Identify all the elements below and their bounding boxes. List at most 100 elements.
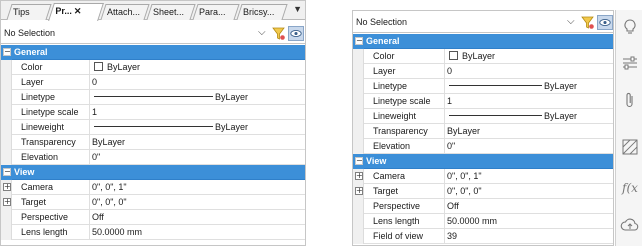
property-name: Linetype scale <box>21 107 79 117</box>
property-value-cell[interactable]: 1 <box>89 105 305 120</box>
expand-icon[interactable]: + <box>355 172 363 180</box>
property-value: 50.0000 mm <box>92 227 143 237</box>
property-value: ByLayer <box>447 126 481 136</box>
chevron-down-icon[interactable]: ⌵ <box>258 27 266 38</box>
property-name: Linetype <box>373 81 408 91</box>
property-value: Off <box>92 212 104 222</box>
collapse-icon[interactable]: − <box>3 168 11 176</box>
property-value-cell[interactable]: ByLayer <box>89 60 305 75</box>
tab-tips[interactable]: Tips <box>6 4 52 20</box>
collapse-icon[interactable]: − <box>355 37 363 45</box>
property-name: Camera <box>21 182 54 192</box>
property-row[interactable]: Layer 0 <box>353 64 613 79</box>
selection-dropdown[interactable]: No Selection ⌵ <box>353 13 613 33</box>
property-row[interactable]: Transparency ByLayer <box>353 124 613 139</box>
tab-label: Pr... <box>55 6 72 16</box>
expand-icon[interactable]: + <box>3 198 11 206</box>
property-row[interactable]: Transparency ByLayer <box>1 135 305 150</box>
property-row[interactable]: Linetype scale 1 <box>1 105 305 120</box>
tab-label: Bricsy... <box>243 7 275 17</box>
function-icon[interactable]: f(x <box>620 178 640 196</box>
tab-para[interactable]: Para... <box>192 4 240 20</box>
hatch-icon[interactable] <box>620 138 640 156</box>
property-value-cell[interactable]: 0 <box>89 75 305 90</box>
tab-attach[interactable]: Attach... <box>100 4 150 20</box>
sliders-icon[interactable] <box>620 54 640 72</box>
expand-icon[interactable]: + <box>3 183 11 191</box>
close-icon[interactable]: ✕ <box>74 6 82 16</box>
property-row[interactable]: Lineweight ByLayer <box>1 120 305 135</box>
row-gutter <box>1 120 12 135</box>
property-row[interactable]: Layer 0 <box>1 75 305 90</box>
property-row[interactable]: Field of view 39 <box>353 229 613 244</box>
property-row[interactable]: Perspective Off <box>353 199 613 214</box>
selection-value: No Selection <box>4 28 56 38</box>
collapse-icon[interactable]: − <box>355 157 363 165</box>
property-row[interactable]: + Target 0", 0", 0" <box>353 184 613 199</box>
property-name: Color <box>373 51 395 61</box>
property-value-cell[interactable]: 0" <box>89 150 305 165</box>
property-value: 0", 0", 1" <box>92 182 127 192</box>
paperclip-icon[interactable] <box>620 92 640 110</box>
section-header-general[interactable]: − General <box>1 45 305 60</box>
tab-properties[interactable]: Pr... ✕ <box>48 3 104 21</box>
lightbulb-icon[interactable] <box>620 18 640 36</box>
property-value: 50.0000 mm <box>447 216 498 226</box>
property-name: Elevation <box>21 152 59 162</box>
tab-bricsys[interactable]: Bricsy... <box>236 4 288 20</box>
property-value-cell[interactable]: 50.0000 mm <box>89 225 305 240</box>
property-row[interactable]: Lens length 50.0000 mm <box>353 214 613 229</box>
tab-sheet[interactable]: Sheet... <box>146 4 196 20</box>
property-row[interactable]: Linetype ByLayer <box>353 79 613 94</box>
property-value-cell[interactable]: 1 <box>444 94 613 109</box>
property-row[interactable]: + Camera 0", 0", 1" <box>1 180 305 195</box>
section-header-general[interactable]: − General <box>353 34 613 49</box>
property-row[interactable]: Elevation 0" <box>1 150 305 165</box>
property-value-cell[interactable]: 0", 0", 0" <box>444 184 613 199</box>
property-row[interactable]: Color ByLayer <box>1 60 305 75</box>
property-value-cell[interactable]: 0" <box>444 139 613 154</box>
toggle-pickadd-icon[interactable] <box>288 26 304 41</box>
property-value-cell[interactable]: ByLayer <box>444 79 613 94</box>
property-value-cell[interactable]: 39 <box>444 229 613 244</box>
property-value-cell[interactable]: ByLayer <box>444 109 613 124</box>
property-value-cell[interactable]: 50.0000 mm <box>444 214 613 229</box>
selection-value: No Selection <box>356 17 408 27</box>
property-value-cell[interactable]: ByLayer <box>89 90 305 105</box>
property-row[interactable]: Linetype scale 1 <box>353 94 613 109</box>
property-value-cell[interactable]: 0", 0", 0" <box>89 195 305 210</box>
property-value-cell[interactable]: ByLayer <box>444 49 613 64</box>
section-header-view[interactable]: − View <box>353 154 613 169</box>
property-row[interactable]: Lineweight ByLayer <box>353 109 613 124</box>
expand-icon[interactable]: + <box>355 187 363 195</box>
row-gutter <box>353 199 364 214</box>
toggle-pickadd-icon[interactable] <box>597 15 613 30</box>
collapse-icon[interactable]: − <box>3 48 11 56</box>
quick-select-icon[interactable] <box>580 15 595 30</box>
property-value-cell[interactable]: ByLayer <box>89 120 305 135</box>
property-value-cell[interactable]: 0", 0", 1" <box>444 169 613 184</box>
selection-dropdown[interactable]: No Selection ⌵ <box>1 24 305 44</box>
property-name: Layer <box>21 77 44 87</box>
property-row[interactable]: Lens length 50.0000 mm <box>1 225 305 240</box>
property-row[interactable]: + Camera 0", 0", 1" <box>353 169 613 184</box>
property-value-cell[interactable]: 0", 0", 1" <box>89 180 305 195</box>
property-name: Field of view <box>373 231 424 241</box>
property-row[interactable]: + Target 0", 0", 0" <box>1 195 305 210</box>
cloud-upload-icon[interactable] <box>620 216 640 234</box>
property-value-cell[interactable]: Off <box>444 199 613 214</box>
property-row[interactable]: Linetype ByLayer <box>1 90 305 105</box>
property-value-cell[interactable]: ByLayer <box>444 124 613 139</box>
property-row[interactable]: Elevation 0" <box>353 139 613 154</box>
property-value-cell[interactable]: 0 <box>444 64 613 79</box>
chevron-down-icon[interactable]: ▼ <box>293 4 302 14</box>
property-row[interactable]: Color ByLayer <box>353 49 613 64</box>
property-row[interactable]: Perspective Off <box>1 210 305 225</box>
property-value-cell[interactable]: Off <box>89 210 305 225</box>
property-value-cell[interactable]: ByLayer <box>89 135 305 150</box>
chevron-down-icon[interactable]: ⌵ <box>567 16 575 27</box>
row-gutter <box>1 60 12 75</box>
quick-select-icon[interactable] <box>271 26 286 41</box>
color-swatch <box>449 51 458 60</box>
section-header-view[interactable]: − View <box>1 165 305 180</box>
